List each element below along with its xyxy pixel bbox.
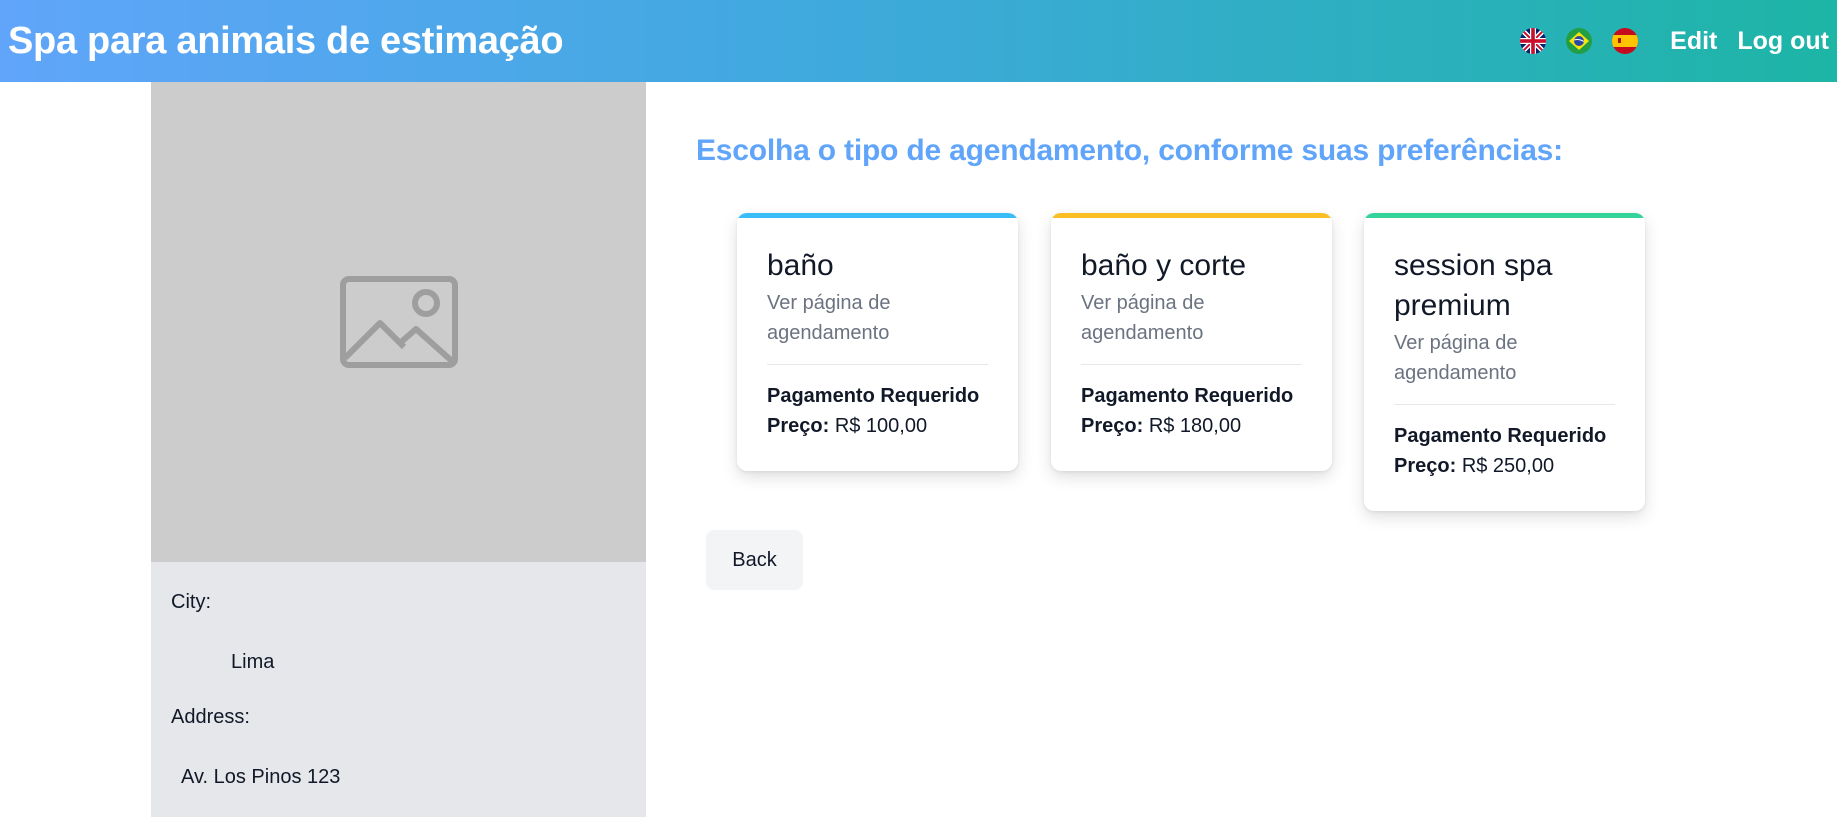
main-content: Escolha o tipo de agendamento, conforme … <box>696 82 1796 782</box>
city-label: City: <box>171 591 211 613</box>
card-divider <box>1394 404 1615 405</box>
top-nav-actions: Edit Log out <box>1520 0 1829 82</box>
card-price: Preço: R$ 180,00 <box>1081 411 1302 441</box>
card-title: baño <box>767 249 834 282</box>
appointment-card-bano[interactable]: baño Ver página de agendamento Pagamento… <box>737 213 1018 471</box>
address-label: Address: <box>171 706 250 728</box>
business-image <box>151 82 646 562</box>
card-price-label: Preço: <box>767 415 830 437</box>
top-navbar: Spa para animais de estimação Edit Log o… <box>0 0 1837 82</box>
image-placeholder-icon <box>339 276 458 368</box>
city-value: Lima <box>231 651 275 673</box>
card-payment-required: Pagamento Requerido <box>1081 385 1294 407</box>
business-info: City: Lima Address: Av. Los Pinos 123 <box>151 562 646 817</box>
appointment-card-session-spa-premium[interactable]: session spa premium Ver página de agenda… <box>1364 213 1645 511</box>
card-divider <box>1081 364 1302 365</box>
card-schedule-link[interactable]: Ver página de agendamento <box>1081 288 1302 348</box>
card-price-label: Preço: <box>1081 415 1144 437</box>
card-divider <box>767 364 988 365</box>
card-price-value: R$ 180,00 <box>1148 415 1242 437</box>
card-title: baño y corte <box>1081 249 1247 282</box>
card-price-value: R$ 250,00 <box>1461 455 1555 477</box>
card-schedule-link[interactable]: Ver página de agendamento <box>767 288 988 348</box>
page-heading: Escolha o tipo de agendamento, conforme … <box>696 134 1563 167</box>
brazil-flag-icon[interactable] <box>1566 28 1593 54</box>
card-schedule-link[interactable]: Ver página de agendamento <box>1394 328 1615 388</box>
appointment-card-bano-y-corte[interactable]: baño y corte Ver página de agendamento P… <box>1051 213 1332 471</box>
business-sidebar: City: Lima Address: Av. Los Pinos 123 <box>151 82 646 817</box>
card-price-value: R$ 100,00 <box>834 415 928 437</box>
card-price-label: Preço: <box>1394 455 1457 477</box>
address-value: Av. Los Pinos 123 <box>181 766 341 788</box>
back-button[interactable]: Back <box>706 530 803 590</box>
card-title: session spa premium <box>1394 249 1553 322</box>
spain-flag-icon[interactable] <box>1612 28 1639 54</box>
card-payment-required: Pagamento Requerido <box>1394 425 1607 447</box>
edit-link[interactable]: Edit <box>1670 27 1717 56</box>
app-title[interactable]: Spa para animais de estimação <box>8 20 564 63</box>
card-price: Preço: R$ 100,00 <box>767 411 988 441</box>
logout-link[interactable]: Log out <box>1737 27 1829 56</box>
card-price: Preço: R$ 250,00 <box>1394 451 1615 481</box>
card-payment-required: Pagamento Requerido <box>767 385 980 407</box>
uk-flag-icon[interactable] <box>1520 28 1547 54</box>
